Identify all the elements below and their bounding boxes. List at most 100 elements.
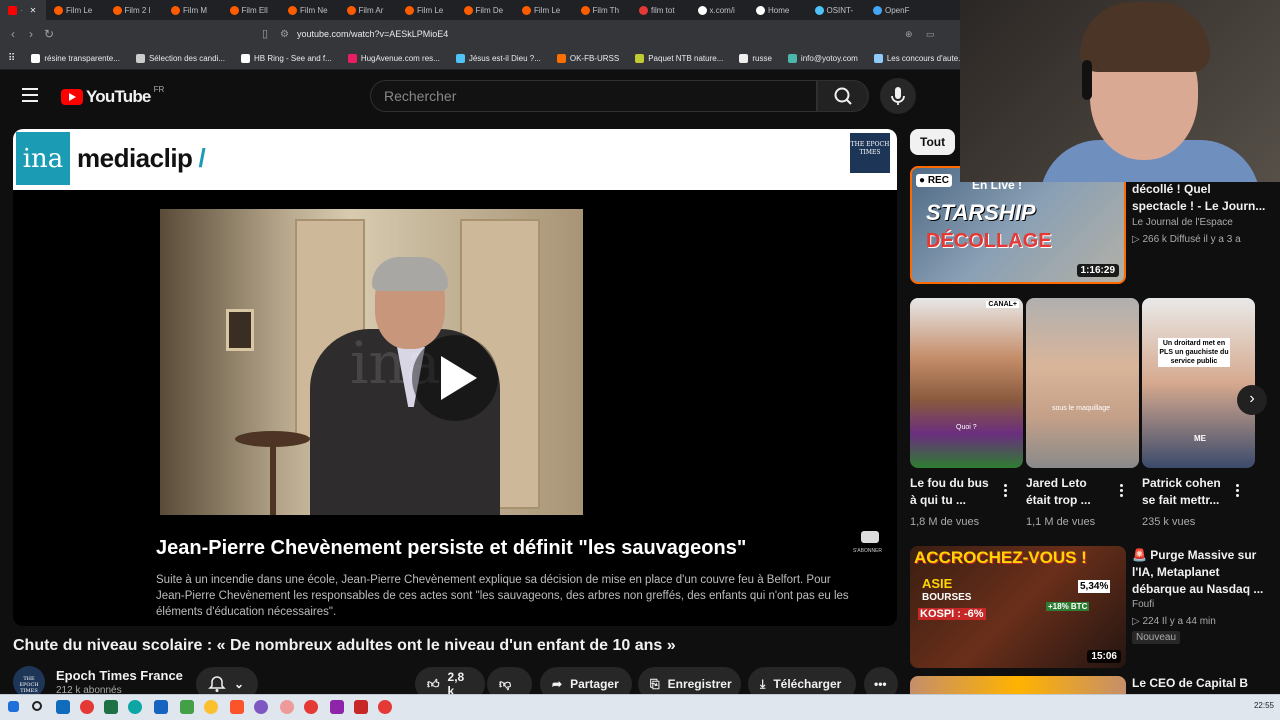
bookmark-item[interactable]: HB Ring - See and f... (240, 54, 332, 63)
search-input[interactable]: Rechercher (370, 80, 817, 112)
tab-label: OSINT- (826, 5, 854, 15)
bookmark-item[interactable]: résine transparente... (31, 54, 120, 63)
bookmark-item[interactable]: Paquet NTB nature... (635, 54, 723, 63)
brave-icon[interactable] (230, 700, 244, 714)
chrome-icon[interactable] (304, 700, 318, 714)
hamburger-menu-icon[interactable] (22, 88, 38, 102)
windows-start-icon[interactable] (8, 701, 19, 712)
video-title[interactable]: décollé ! Quel spectacle ! - Le Journ... (1132, 181, 1267, 215)
url-box[interactable]: ⚙ youtube.com/watch?v=AESkLPMioE4 ⊕ ▭ (280, 24, 950, 44)
video-player[interactable]: ina mediaclip / THE EPOCH TIMES ina S'ABO… (13, 129, 897, 626)
browser-tab[interactable]: Home (748, 0, 807, 20)
bookmark-favicon-icon (635, 54, 645, 63)
tab-list: Film Le Film 2 l Film M Film Ell Film Ne Film… (46, 0, 924, 20)
bookmark-item[interactable]: info@yotoy.com (787, 54, 858, 63)
ina-logo: ina (16, 132, 70, 185)
browser-tab[interactable]: Film Ell (222, 0, 281, 20)
search-button[interactable] (817, 80, 869, 112)
chip-all[interactable]: Tout (910, 129, 956, 155)
channel-name[interactable]: Epoch Times France (56, 668, 183, 683)
bookmark-item[interactable]: russe (739, 54, 772, 63)
webcam-overlay (960, 0, 1280, 182)
reload-icon[interactable]: ↻ (40, 27, 58, 41)
zoom-icon[interactable]: ⊕ (905, 29, 913, 40)
browser-tab[interactable]: Film De (456, 0, 515, 20)
tab-close-icon[interactable]: ✕ (30, 6, 37, 15)
channel-name[interactable]: Le Journal de l'Espace (1132, 215, 1233, 231)
url-text[interactable]: youtube.com/watch?v=AESkLPMioE4 (297, 29, 448, 39)
browser-tab[interactable]: Film 2 l (105, 0, 164, 20)
video-title[interactable]: Le CEO de Capital B (1132, 675, 1267, 692)
search-icon (834, 87, 852, 105)
share-icon: ➦ (552, 677, 563, 691)
short-menu-icon[interactable] (1120, 484, 1124, 499)
video-thumbnail[interactable] (910, 676, 1126, 694)
app-icon[interactable] (354, 700, 368, 714)
forward-icon[interactable]: › (22, 27, 40, 41)
system-clock[interactable]: 22:55 (1254, 701, 1274, 710)
short-title[interactable]: Jared Leto était trop ... (1026, 475, 1114, 509)
video-thumbnail[interactable]: ● REC En Live ! STARSHIP DÉCOLLAGE 1:16:… (910, 166, 1126, 284)
short-menu-icon[interactable] (1236, 484, 1240, 499)
play-button-icon[interactable] (412, 335, 498, 421)
app-icon[interactable] (280, 700, 294, 714)
thumb-text: ACCROCHEZ-VOUS ! (914, 548, 1087, 567)
video-title[interactable]: 🚨 Purge Massive sur l'IA, Metaplanet déb… (1132, 547, 1270, 598)
bookmark-item[interactable]: Sélection des candi... (135, 54, 225, 63)
back-icon[interactable]: ‹ (4, 27, 22, 41)
apps-grid-icon[interactable]: ⠿ (8, 53, 15, 64)
browser-tab[interactable]: Film Ar (339, 0, 398, 20)
bookmark-item[interactable]: HugAvenue.com res... (347, 54, 440, 63)
thumb-text: 5,34% (1078, 580, 1111, 593)
browser-tab[interactable]: Film Le (514, 0, 573, 20)
browser-tab[interactable]: Film Th (573, 0, 632, 20)
search-icon[interactable] (32, 701, 42, 711)
browser-tab[interactable]: x.com/i (690, 0, 749, 20)
outlook-icon[interactable] (56, 700, 70, 714)
short-thumbnail[interactable]: Un droitard met en PLS un gauchiste du s… (1142, 298, 1255, 468)
chrome-icon[interactable] (204, 700, 218, 714)
video-frame[interactable]: ina (160, 209, 583, 515)
app-icon[interactable] (330, 700, 344, 714)
tab-active[interactable]: · ✕ (0, 0, 46, 20)
app-icon[interactable] (180, 700, 194, 714)
subscribe-small-label[interactable]: S'ABONNER (853, 548, 882, 554)
short-menu-icon[interactable] (1004, 484, 1008, 499)
bookmark-item[interactable]: Jésus est-il Dieu ?... (455, 54, 541, 63)
browser-tab[interactable]: Film M (163, 0, 222, 20)
bookmark-favicon-icon (240, 54, 250, 63)
chrome-icon[interactable] (80, 700, 94, 714)
browser-tab[interactable]: Film Le (397, 0, 456, 20)
browser-tab[interactable]: Film Le (46, 0, 105, 20)
voice-search-button[interactable] (880, 78, 916, 114)
bookmark-label: Sélection des candi... (148, 54, 225, 63)
browser-tab[interactable]: OpenF (865, 0, 924, 20)
app-icon[interactable] (254, 700, 268, 714)
page-scrollbar[interactable] (1270, 182, 1280, 694)
cast-icon[interactable]: ▭ (926, 29, 935, 40)
short-thumbnail[interactable]: sous le maquillage (1026, 298, 1139, 468)
bookmark-item[interactable]: OK-FB-URSS (556, 54, 619, 63)
browser-tab[interactable]: OSINT- (807, 0, 866, 20)
shorts-next-icon[interactable]: › (1237, 385, 1267, 415)
short-thumbnail[interactable]: CANAL+ Quoi ? (910, 298, 1023, 468)
youtube-subscribe-icon[interactable] (861, 531, 879, 543)
site-info-icon[interactable]: ⚙ (280, 29, 289, 40)
mail-icon[interactable] (154, 700, 168, 714)
tab-favicon-icon (873, 5, 882, 15)
short-title[interactable]: Le fou du bus à qui tu ... (910, 475, 998, 509)
browser-tab[interactable]: Film Ne (280, 0, 339, 20)
tab-favicon-icon (54, 5, 63, 15)
youtube-logo[interactable]: YouTube FR (61, 85, 164, 107)
epoch-times-badge[interactable]: THE EPOCH TIMES (850, 133, 890, 173)
app-icon[interactable] (378, 700, 392, 714)
speaker-hair (372, 257, 448, 291)
video-thumbnail[interactable]: ACCROCHEZ-VOUS ! ASIE BOURSES KOSPI : -6… (910, 546, 1126, 668)
short-title[interactable]: Patrick cohen se fait mettr... (1142, 475, 1230, 509)
bookmark-page-icon[interactable]: ▯ (256, 27, 274, 40)
excel-icon[interactable] (104, 700, 118, 714)
edge-icon[interactable] (128, 700, 142, 714)
browser-tab[interactable]: film tot (631, 0, 690, 20)
channel-name[interactable]: Foufi (1132, 597, 1154, 613)
bookmark-item[interactable]: Les concours d'aute... (873, 54, 960, 63)
